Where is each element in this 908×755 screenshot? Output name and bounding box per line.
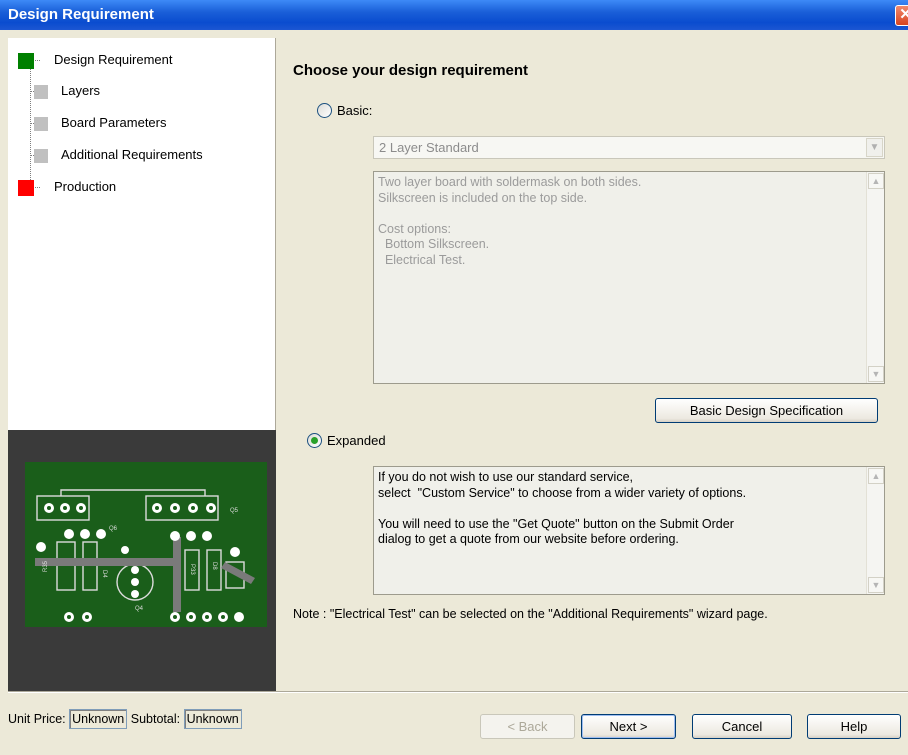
radio-button-icon[interactable] <box>317 103 332 118</box>
main-content: Choose your design requirement Basic: 2 … <box>277 38 908 691</box>
back-button[interactable]: < Back <box>480 714 575 739</box>
unit-price-label: Unit Price: <box>8 712 66 726</box>
cancel-button[interactable]: Cancel <box>692 714 792 739</box>
pcb-image: Q6 Q5 Q4 R35 D4 P33 D8 <box>25 462 267 627</box>
radio-button-icon[interactable] <box>307 433 322 448</box>
board-preview: Q6 Q5 Q4 R35 D4 P33 D8 <box>8 430 276 691</box>
step-label: Board Parameters <box>61 115 167 130</box>
select-value: 2 Layer Standard <box>379 140 479 155</box>
expanded-radio-label: Expanded <box>327 433 386 448</box>
up-arrow-icon[interactable]: ▲ <box>868 468 884 484</box>
radio-selected-dot <box>311 437 318 444</box>
svg-text:R35: R35 <box>43 560 49 572</box>
step-production[interactable]: Production <box>8 177 268 197</box>
svg-text:D8: D8 <box>211 562 217 570</box>
expanded-radio[interactable]: Expanded <box>307 431 447 451</box>
step-label: Layers <box>61 83 101 98</box>
expanded-description-box: If you do not wish to use our standard s… <box>373 466 885 595</box>
step-status-icon <box>34 85 48 99</box>
up-arrow-icon[interactable]: ▲ <box>868 173 884 189</box>
svg-text:Q4: Q4 <box>135 606 144 612</box>
step-additional-requirements[interactable]: Additional Requirements <box>8 145 268 165</box>
vertical-scrollbar[interactable]: ▲ ▼ <box>866 172 884 383</box>
step-status-icon <box>34 149 48 163</box>
step-design-requirement[interactable]: Design Requirement <box>8 50 268 70</box>
svg-text:Q6: Q6 <box>109 526 118 532</box>
close-button[interactable]: ✕ <box>895 5 908 26</box>
subtotal-value: Unknown <box>183 709 242 729</box>
chevron-down-icon[interactable]: ▼ <box>866 138 883 157</box>
help-button[interactable]: Help <box>807 714 901 739</box>
basic-description-text: Two layer board with soldermask on both … <box>378 175 642 267</box>
step-label: Production <box>54 179 117 194</box>
window-titlebar: Design Requirement ✕ <box>0 0 908 30</box>
step-status-icon <box>18 180 34 196</box>
price-summary: Unit Price: Unknown Subtotal: Unknown <box>8 708 242 730</box>
step-layers[interactable]: Layers <box>8 81 268 101</box>
window-title: Design Requirement <box>8 6 154 23</box>
unit-price-value: Unknown <box>69 709 128 729</box>
vertical-scrollbar[interactable]: ▲ ▼ <box>866 467 884 594</box>
step-board-parameters[interactable]: Board Parameters <box>8 113 268 133</box>
step-label: Additional Requirements <box>61 147 203 162</box>
step-status-icon <box>34 117 48 131</box>
wizard-steps-panel: Design Requirement Layers Board Paramete… <box>8 38 276 691</box>
basic-description-box: Two layer board with soldermask on both … <box>373 171 885 384</box>
note-text: Note : "Electrical Test" can be selected… <box>293 607 768 621</box>
expanded-description-text: If you do not wish to use our standard s… <box>378 470 747 546</box>
step-label: Design Requirement <box>54 52 173 67</box>
pcb-drawing: Q6 Q5 Q4 R35 D4 P33 D8 <box>35 489 255 622</box>
next-button[interactable]: Next > <box>581 714 676 739</box>
basic-radio-label: Basic: <box>337 103 373 118</box>
footer-separator <box>8 691 908 693</box>
step-status-icon <box>18 53 34 69</box>
page-title: Choose your design requirement <box>293 62 529 79</box>
down-arrow-icon[interactable]: ▼ <box>868 366 884 382</box>
svg-text:Q5: Q5 <box>230 508 239 514</box>
basic-design-select[interactable]: 2 Layer Standard ▼ <box>373 136 885 159</box>
down-arrow-icon[interactable]: ▼ <box>868 577 884 593</box>
svg-text:D4: D4 <box>101 570 107 578</box>
basic-radio[interactable]: Basic: <box>317 101 437 121</box>
svg-text:P33: P33 <box>189 564 195 575</box>
basic-design-specification-button[interactable]: Basic Design Specification <box>655 398 878 423</box>
subtotal-label: Subtotal: <box>130 712 181 726</box>
